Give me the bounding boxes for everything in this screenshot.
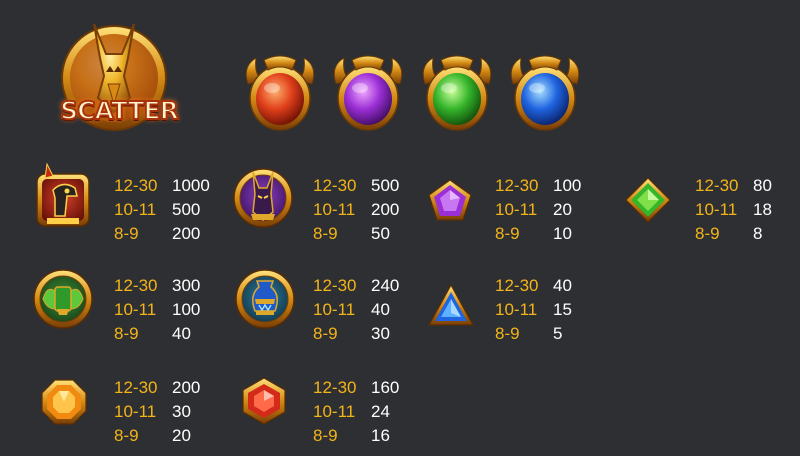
payout-row: 8-9 50 [313,222,423,246]
payout-value: 40 [172,324,191,343]
payout-row: 10-11 30 [114,400,224,424]
green-diamond-gem-icon [624,176,672,224]
symbol-count-range: 12-30 [313,378,357,397]
symbol-count-range: 10-11 [495,300,538,319]
symbol-count-range: 12-30 [114,378,158,397]
payout-row: 10-11 18 [695,198,800,222]
symbol-count-range: 10-11 [695,200,738,219]
payout-value: 30 [172,402,191,421]
orange-octagon-gem-icon [40,378,88,426]
symbol-count-range: 10-11 [114,402,157,421]
symbol-count-range: 12-30 [313,276,357,295]
anubis-icon [232,162,294,232]
payout-value: 500 [371,176,400,195]
payout-row: 12-30 40 [495,274,605,298]
green-orb-icon [419,54,495,134]
symbol-count-range: 8-9 [695,224,720,243]
symbol-count-range: 8-9 [114,426,139,445]
blue-orb-icon [507,54,583,134]
symbol-count-range: 8-9 [313,426,338,445]
payout-row: 8-9 200 [114,222,224,246]
payout-value: 5 [553,324,563,343]
symbol-count-range: 12-30 [313,176,357,195]
red-orb-icon [242,54,318,134]
payout-row: 12-30 160 [313,376,423,400]
payout-row: 10-11 24 [313,400,423,424]
symbol-count-range: 10-11 [313,300,356,319]
payout-value: 40 [371,300,390,319]
payout-row: 8-9 5 [495,322,605,346]
payout-row: 8-9 8 [695,222,800,246]
green-scarab-amulet-icon [32,268,94,330]
payout-value: 16 [371,426,390,445]
payout-value: 200 [172,378,201,397]
payout-value: 80 [753,176,772,195]
symbol-count-range: 10-11 [114,200,157,219]
payout-value: 30 [371,324,390,343]
symbol-count-range: 10-11 [313,402,356,421]
red-hexagon-gem-icon [241,376,287,426]
payout-value: 100 [553,176,582,195]
payout-value: 160 [371,378,400,397]
symbol-count-range: 8-9 [114,324,139,343]
payout-value: 18 [753,200,772,219]
symbol-count-range: 12-30 [695,176,739,195]
blue-vase-icon [234,268,296,330]
symbol-count-range: 8-9 [313,224,338,243]
payout-row: 10-11 500 [114,198,224,222]
payout-value: 300 [172,276,201,295]
payout-row: 12-30 80 [695,174,800,198]
payout-row: 8-9 16 [313,424,423,448]
payout-row: 12-30 100 [495,174,605,198]
symbol-count-range: 10-11 [114,300,157,319]
payout-value: 100 [172,300,201,319]
horus-falcon-icon [30,160,96,236]
payout-row: 12-30 200 [114,376,224,400]
payout-row: 10-11 40 [313,298,423,322]
purple-pentagon-gem-icon [427,178,473,224]
symbol-count-range: 8-9 [495,224,520,243]
symbol-count-range: 8-9 [114,224,139,243]
payout-value: 200 [371,200,400,219]
payout-row: 12-30 300 [114,274,224,298]
payout-row: 8-9 10 [495,222,605,246]
symbol-count-range: 8-9 [313,324,338,343]
payout-value: 20 [553,200,572,219]
scatter-symbol: SCATTER [50,14,188,140]
payout-value: 1000 [172,176,210,195]
payout-row: 8-9 20 [114,424,224,448]
symbol-count-range: 12-30 [495,176,539,195]
symbol-count-range: 10-11 [495,200,538,219]
payout-value: 50 [371,224,390,243]
payout-value: 15 [553,300,572,319]
payout-value: 10 [553,224,572,243]
payout-value: 20 [172,426,191,445]
symbol-count-range: 12-30 [495,276,539,295]
symbol-count-range: 12-30 [114,276,158,295]
purple-orb-icon [330,54,406,134]
payout-row: 10-11 100 [114,298,224,322]
payout-row: 10-11 20 [495,198,605,222]
payout-value: 200 [172,224,201,243]
payout-row: 12-30 500 [313,174,423,198]
symbol-count-range: 12-30 [114,176,158,195]
payout-row: 10-11 15 [495,298,605,322]
symbol-count-range: 10-11 [313,200,356,219]
payout-value: 240 [371,276,400,295]
payout-value: 500 [172,200,201,219]
symbol-count-range: 8-9 [495,324,520,343]
payout-row: 12-30 240 [313,274,423,298]
blue-triangle-gem-icon [427,283,475,327]
payout-value: 40 [553,276,572,295]
payout-row: 10-11 200 [313,198,423,222]
payout-value: 8 [753,224,763,243]
payout-row: 8-9 40 [114,322,224,346]
payout-value: 24 [371,402,390,421]
payout-row: 12-30 1000 [114,174,224,198]
payout-row: 8-9 30 [313,322,423,346]
scatter-label: SCATTER [59,95,180,126]
